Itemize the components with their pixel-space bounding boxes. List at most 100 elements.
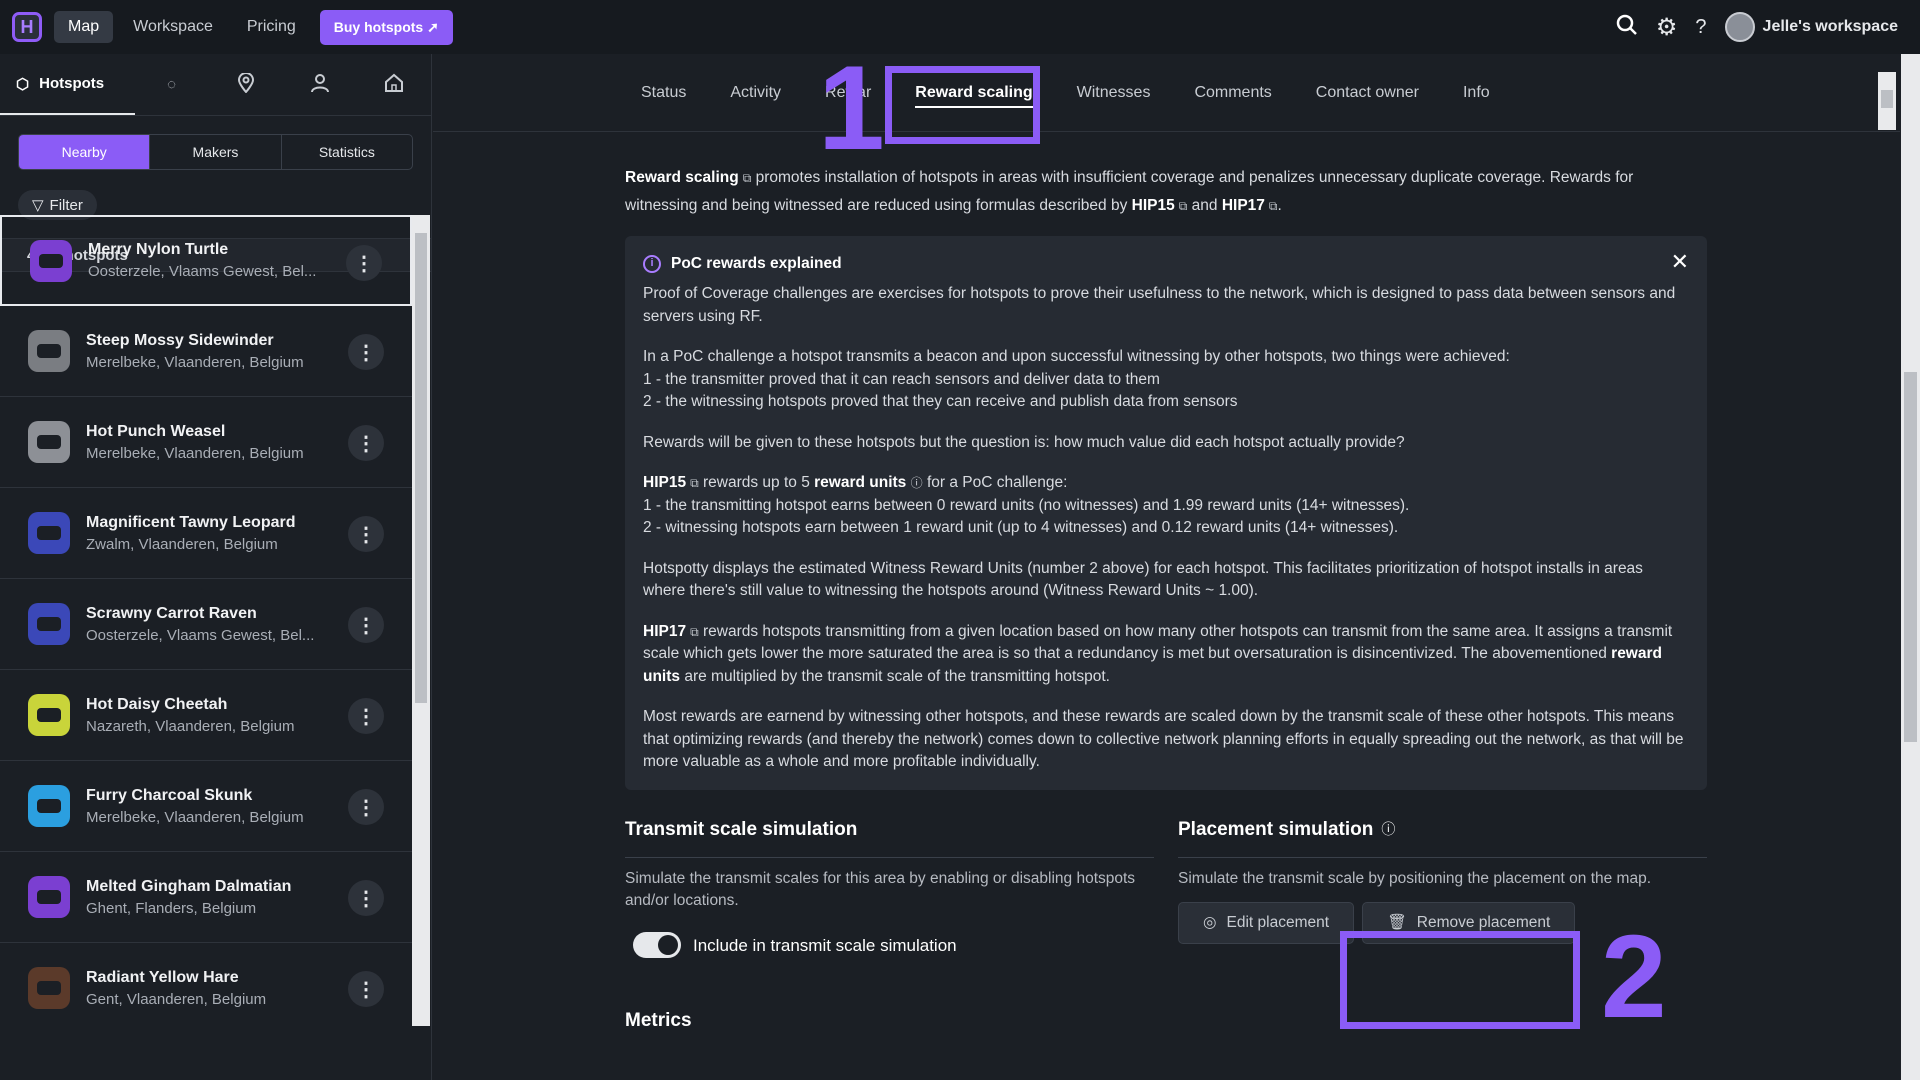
explainer-p5: Hotspotty displays the estimated Witness…	[643, 559, 1643, 600]
robot-avatar-icon	[28, 785, 70, 827]
tab-witnesses[interactable]: Witnesses	[1055, 54, 1173, 132]
info-icon: i	[643, 254, 661, 273]
hotspot-name: Melted Gingham Dalmatian	[86, 877, 292, 895]
more-options-button[interactable]: ⋮	[348, 971, 384, 1007]
robot-avatar-icon	[28, 330, 70, 372]
explainer-p4: HIP15 ⧉ rewards up to 5 reward units ⓘ fo…	[643, 472, 1689, 540]
list-item[interactable]: Merry Nylon Turtle Oosterzele, Vlaams Gew…	[0, 215, 412, 306]
more-options-button[interactable]: ⋮	[348, 516, 384, 552]
explainer-p6: HIP17 ⧉ rewards hotspots transmitting fro…	[643, 621, 1689, 689]
avatar[interactable]	[1724, 12, 1755, 42]
top-bar: H Map Workspace Pricing Buy hotspots ➚ ⚙…	[0, 0, 1920, 54]
intro-end: .	[1277, 197, 1282, 214]
hotspot-location: Zwalm, Vlaanderen, Belgium	[86, 535, 278, 553]
hip15-link[interactable]: HIP15	[643, 474, 686, 491]
poc-explainer-box: i PoC rewards explained ✕ Proof of Cover…	[625, 236, 1707, 790]
info-icon[interactable]: ⓘ	[1381, 816, 1395, 843]
more-options-button[interactable]: ⋮	[346, 245, 382, 281]
list-item[interactable]: Furry Charcoal Skunk Merelbeke, Vlaandere…	[0, 761, 412, 852]
tab-status[interactable]: Status	[619, 54, 708, 132]
more-options-button[interactable]: ⋮	[348, 425, 384, 461]
segment-statistics[interactable]: Statistics	[282, 135, 412, 169]
filter-label: Filter	[49, 196, 83, 214]
search-icon[interactable]	[1616, 14, 1638, 41]
more-options-button[interactable]: ⋮	[348, 789, 384, 825]
tab-locations[interactable]	[209, 54, 283, 115]
edit-placement-button[interactable]: ◎ Edit placement	[1178, 901, 1355, 944]
tab-comments[interactable]: Comments	[1172, 54, 1293, 132]
tab-hotspots[interactable]: ⬡ Hotspots	[0, 54, 135, 115]
tab-area[interactable]: ◌	[135, 54, 209, 115]
hotspot-name: Hot Daisy Cheetah	[86, 695, 228, 713]
hotspotty-logo[interactable]: H	[12, 12, 42, 42]
intro-text: promotes installation of hotspots in are…	[625, 169, 1634, 214]
explainer-p4-line-1: 1 - the transmitting hotspot earns betwe…	[643, 496, 1410, 514]
tab-home[interactable]	[357, 54, 431, 115]
sidebar-scrollbar[interactable]	[412, 215, 430, 1026]
info-icon[interactable]: ⓘ	[911, 476, 923, 490]
segment-nearby[interactable]: Nearby	[19, 135, 151, 169]
tabs-scrollbar[interactable]	[1878, 72, 1896, 130]
reward-scaling-content: Reward scaling ⧉ promotes installation of…	[625, 164, 1707, 1034]
external-link-icon: ⧉	[742, 171, 752, 185]
hip17-link[interactable]: HIP17	[643, 623, 686, 640]
list-item[interactable]: Steep Mossy Sidewinder Merelbeke, Vlaande…	[0, 306, 412, 397]
nav-pricing[interactable]: Pricing	[233, 11, 310, 43]
hotspot-location: Merelbeke, Vlaanderen, Belgium	[86, 353, 304, 371]
workspace-label[interactable]: Jelle's workspace	[1763, 18, 1898, 36]
help-icon[interactable]: ?	[1695, 16, 1706, 39]
explainer-p4-line-2: 2 - witnessing hotspots earn between 1 r…	[643, 519, 1399, 536]
hotspot-name: Radiant Yellow Hare	[86, 968, 239, 986]
robot-avatar-icon	[28, 967, 70, 1009]
location-pin-icon: ◎	[1203, 914, 1217, 931]
buy-hotspots-button[interactable]: Buy hotspots ➚	[319, 9, 453, 45]
rocket-icon: ➚	[427, 18, 439, 35]
close-icon[interactable]: ✕	[1671, 248, 1689, 275]
dashed-circle-icon: ◌	[167, 76, 177, 93]
explainer-p4-text-a: rewards up to 5	[702, 474, 810, 491]
list-item[interactable]: Radiant Yellow Hare Gent, Vlaanderen, Bel…	[0, 943, 412, 1026]
tabs-scrollbar-thumb[interactable]	[1881, 90, 1893, 108]
list-item[interactable]: Hot Punch Weasel Merelbeke, Vlaanderen, B…	[0, 397, 412, 488]
explainer-p6-text-a: rewards hotspots transmitting from a giv…	[643, 622, 1673, 663]
nav-map[interactable]: Map	[54, 11, 114, 43]
annotation-number-2: 2	[1601, 911, 1667, 1043]
segment-makers[interactable]: Makers	[150, 135, 282, 169]
placement-desc: Simulate the transmit scale by positioni…	[1178, 869, 1652, 887]
tab-contact-owner[interactable]: Contact owner	[1294, 54, 1441, 132]
more-options-button[interactable]: ⋮	[348, 607, 384, 643]
tab-profile[interactable]	[283, 54, 357, 115]
tab-activity[interactable]: Activity	[708, 54, 803, 132]
main-scrollbar-thumb[interactable]	[1904, 372, 1917, 742]
hotspot-location: Merelbeke, Vlaanderen, Belgium	[86, 808, 304, 826]
reward-units-term: reward units	[814, 474, 907, 491]
list-item[interactable]: Scrawny Carrot Raven Oosterzele, Vlaams G…	[0, 579, 412, 670]
list-item[interactable]: Melted Gingham Dalmatian Ghent, Flanders,…	[0, 852, 412, 943]
external-link-icon: ⧉	[1178, 199, 1188, 213]
reward-scaling-link[interactable]: Reward scaling	[625, 169, 739, 186]
robot-avatar-icon	[28, 512, 70, 554]
location-pin-icon	[237, 71, 255, 97]
robot-avatar-icon	[28, 421, 70, 463]
transmit-scale-toggle[interactable]	[633, 932, 681, 958]
main-panel: Status Activity Rewar Reward scaling Wit…	[433, 54, 1900, 1080]
list-item[interactable]: Magnificent Tawny Leopard Zwalm, Vlaander…	[0, 488, 412, 579]
tab-info[interactable]: Info	[1441, 54, 1512, 132]
hip17-link[interactable]: HIP17	[1222, 197, 1265, 214]
more-options-button[interactable]: ⋮	[348, 698, 384, 734]
annotation-highlight-1	[885, 66, 1040, 144]
gear-icon[interactable]: ⚙	[1656, 13, 1678, 42]
main-scrollbar[interactable]	[1901, 54, 1920, 1080]
explainer-p1: Proof of Coverage challenges are exercis…	[643, 285, 1676, 325]
more-options-button[interactable]: ⋮	[348, 880, 384, 916]
sidebar-scrollbar-thumb[interactable]	[415, 233, 427, 703]
explainer-p2: In a PoC challenge a hotspot transmits a…	[643, 346, 1689, 414]
hip15-link[interactable]: HIP15	[1132, 197, 1175, 214]
list-item[interactable]: Hot Daisy Cheetah Nazareth, Vlaanderen, B…	[0, 670, 412, 761]
home-icon	[384, 73, 404, 97]
external-link-icon: ⧉	[690, 476, 699, 490]
nav-workspace[interactable]: Workspace	[119, 11, 227, 43]
explainer-title-text: PoC rewards explained	[671, 255, 842, 272]
robot-avatar-icon	[30, 239, 72, 282]
more-options-button[interactable]: ⋮	[348, 334, 384, 370]
